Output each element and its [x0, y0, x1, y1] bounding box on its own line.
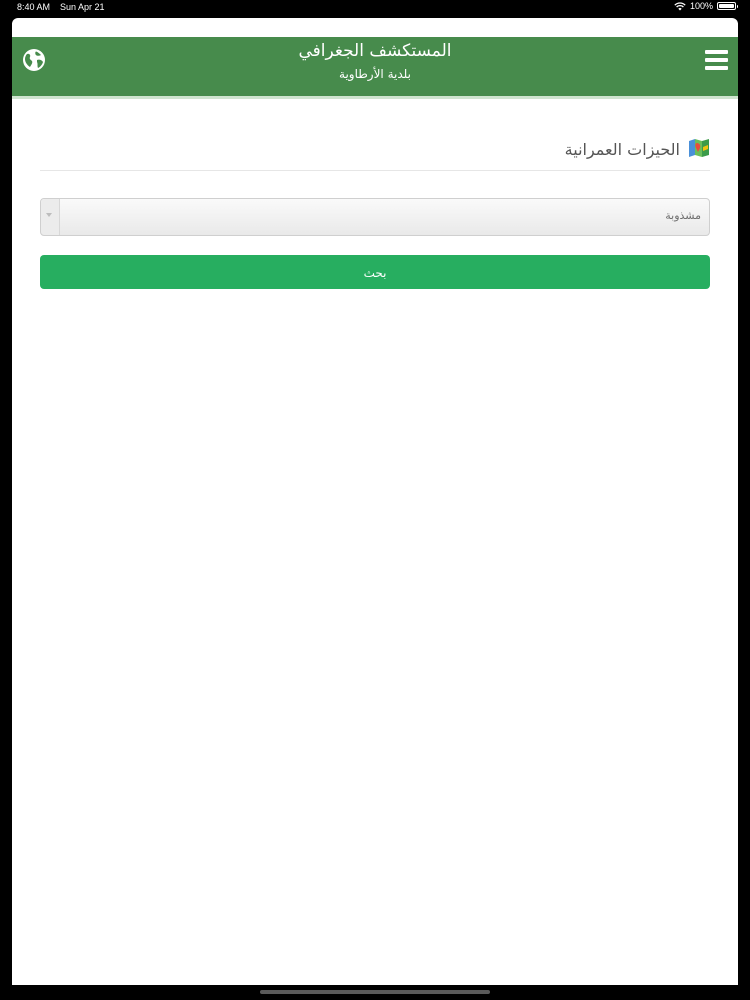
app-subtitle: بلدية الأرطاوية: [339, 67, 411, 81]
chevron-down-icon: [46, 213, 52, 217]
home-indicator: [260, 990, 490, 994]
category-select[interactable]: مشذوبة: [40, 198, 710, 236]
navbar: المستكشف الجغرافي بلدية الأرطاوية: [12, 37, 738, 99]
wifi-icon: [674, 1, 686, 10]
battery-percent: 100%: [689, 1, 713, 11]
status-time: 8:40 AM: [17, 2, 51, 12]
section-title: الحيزات العمرانية: [564, 140, 680, 159]
battery-icon: [717, 2, 738, 10]
app-title: المستكشف الجغرافي: [298, 41, 452, 61]
select-arrow-zone: [41, 199, 60, 235]
status-date: Sun Apr 21: [60, 2, 105, 12]
app-screen: المستكشف الجغرافي بلدية الأرطاوية الحيزا…: [12, 18, 738, 985]
battery-fill: [719, 4, 734, 8]
search-button[interactable]: بحث: [40, 255, 710, 289]
select-value: مشذوبة: [665, 209, 701, 222]
map-icon: [689, 139, 709, 157]
status-bar: 8:40 AM Sun Apr 21 100%: [0, 0, 750, 16]
menu-button[interactable]: [705, 50, 728, 70]
section-header: الحيزات العمرانية: [40, 134, 710, 171]
status-right: 100%: [674, 1, 738, 11]
